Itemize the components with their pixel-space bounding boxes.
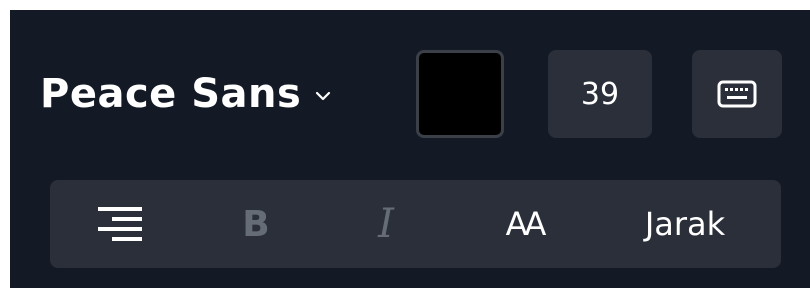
bold-label: B [242,203,270,245]
keyboard-icon [717,80,757,108]
font-family-dropdown[interactable]: Peace Sans [40,62,333,126]
font-family-name: Peace Sans [40,71,302,117]
caps-label: AA [505,205,547,243]
font-size-input[interactable]: 39 [548,50,652,138]
caps-button[interactable]: AA [486,180,562,268]
bold-button[interactable]: B [228,180,284,268]
align-button[interactable] [90,180,150,268]
keyboard-button[interactable] [692,50,782,138]
spacing-button[interactable]: Jarak [635,180,735,268]
spacing-label: Jarak [644,205,726,243]
text-color-swatch[interactable] [416,50,504,138]
italic-label: I [378,201,394,247]
italic-button[interactable]: I [364,180,408,268]
chevron-down-icon [316,91,331,101]
align-right-icon [98,207,142,241]
format-toolbar: B I AA Jarak [50,180,781,268]
font-size-value: 39 [580,76,620,112]
